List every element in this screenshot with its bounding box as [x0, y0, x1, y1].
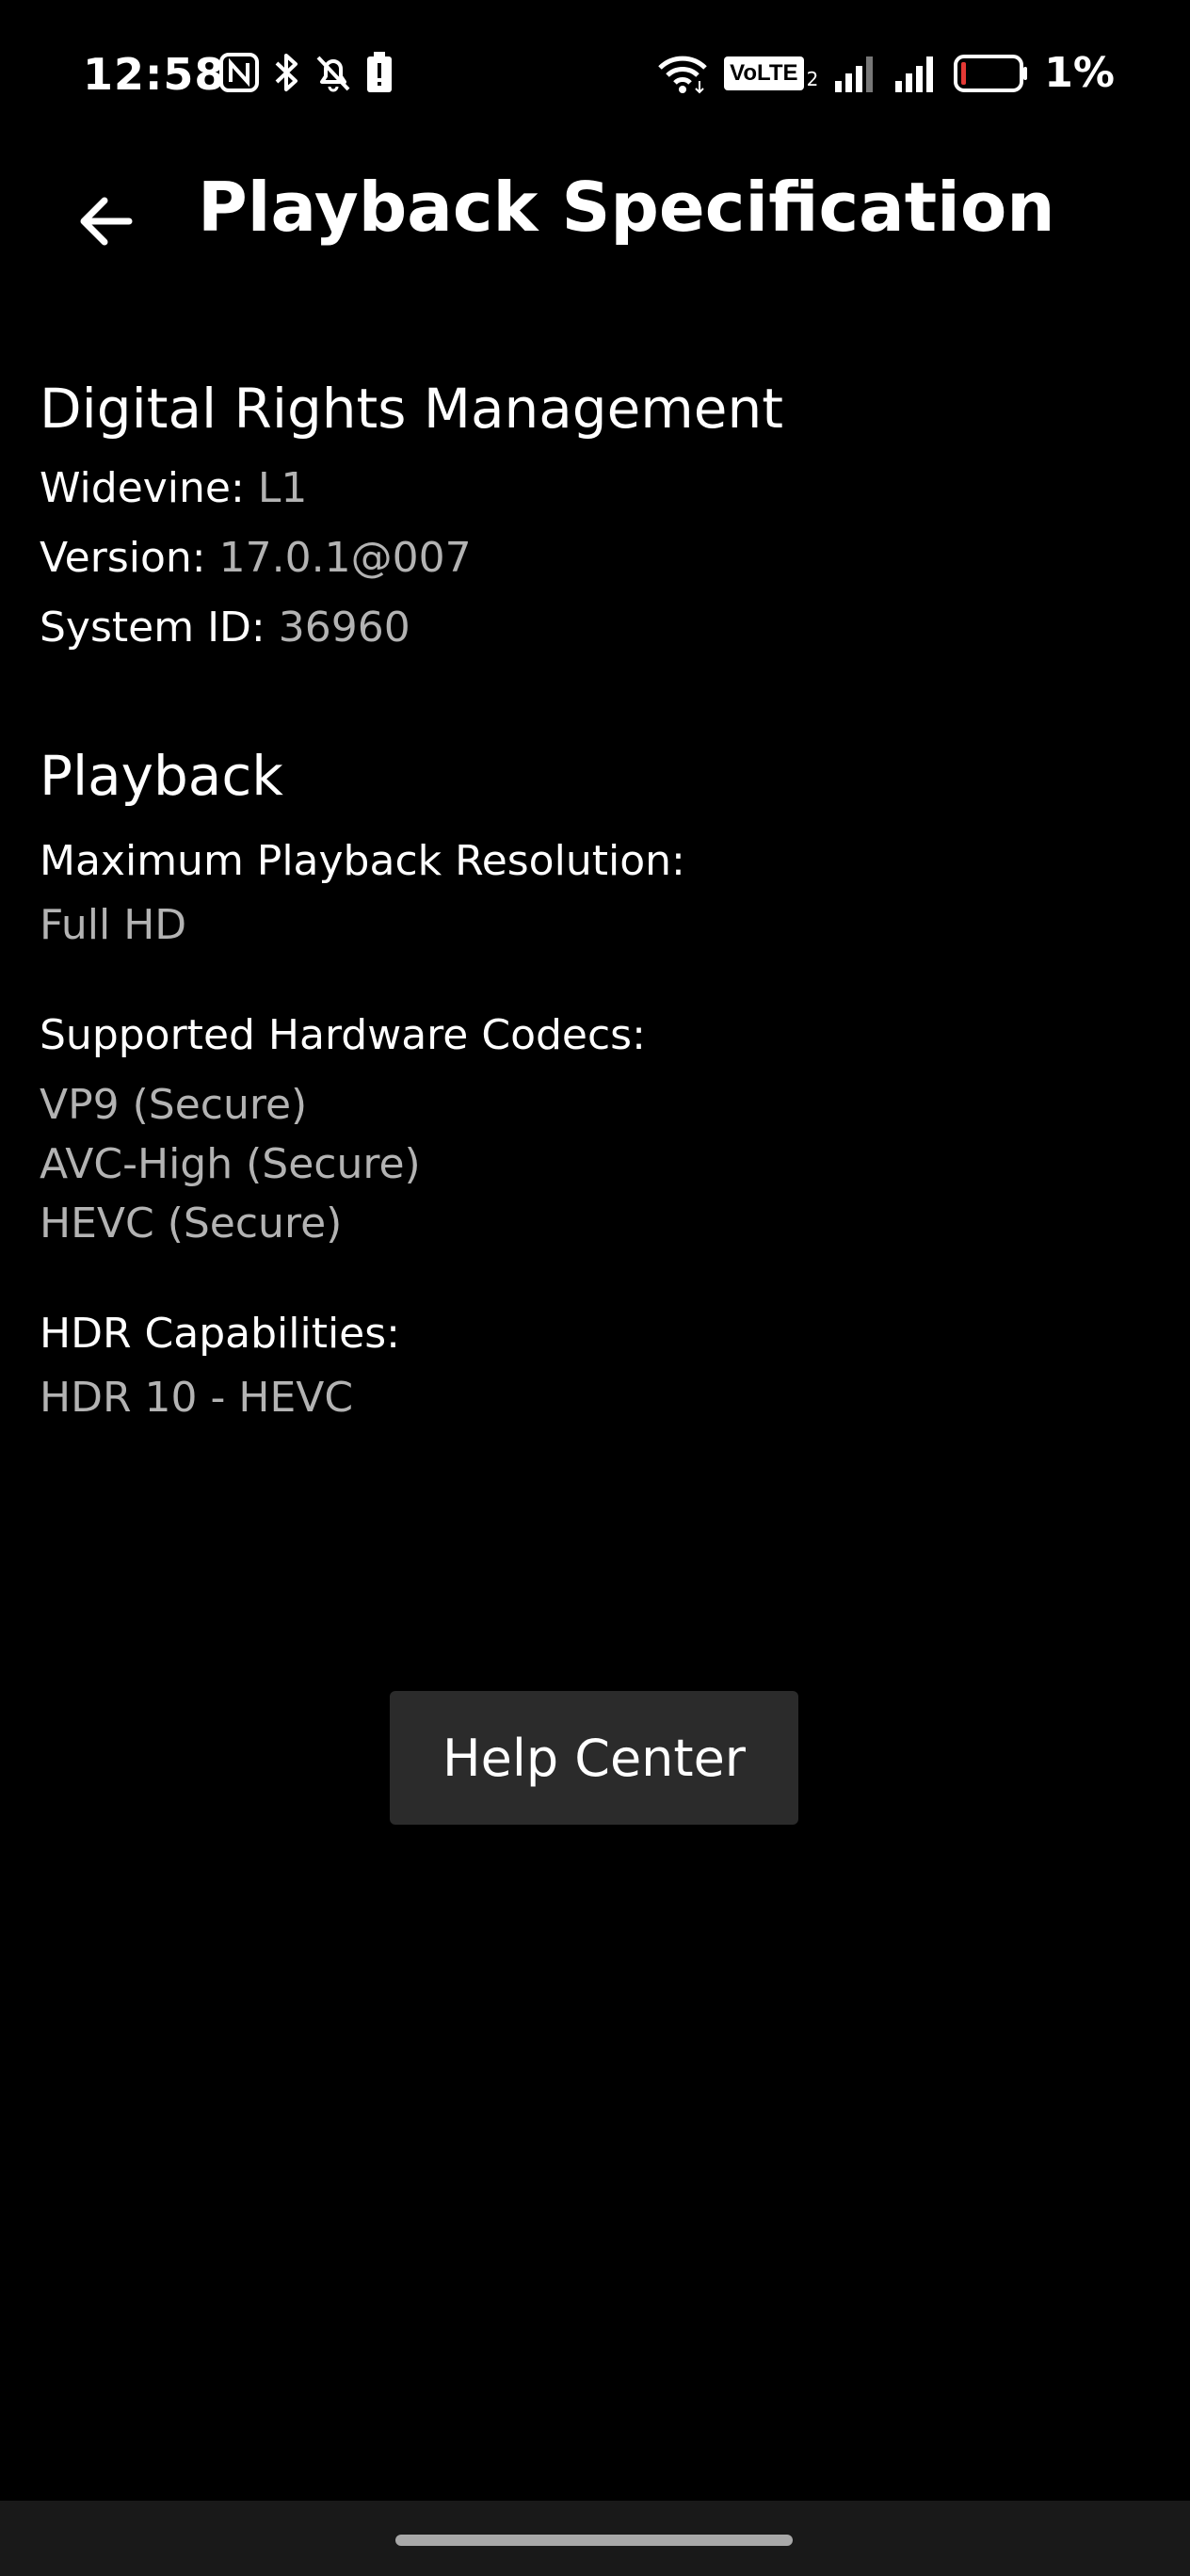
codecs-label: Supported Hardware Codecs: — [40, 1011, 646, 1060]
version-label: Version: — [40, 533, 206, 582]
status-time: 12:58 — [83, 49, 226, 100]
drm-list: Widevine: L1 Version: 17.0.1@007 System … — [40, 454, 1150, 663]
drm-item-widevine: Widevine: L1 — [40, 454, 1150, 523]
back-button[interactable] — [64, 179, 149, 264]
bluetooth-icon — [271, 52, 301, 93]
hdr-value: HDR 10 - HEVC — [40, 1374, 354, 1423]
signal-icon — [893, 53, 939, 94]
volte-sim-index: 2 — [806, 67, 819, 90]
drm-section: Digital Rights Management Widevine: L1 V… — [40, 377, 1150, 663]
system-id-label: System ID: — [40, 603, 265, 652]
playback-section: Playback Maximum Playback Resolution: Fu… — [40, 744, 1150, 1428]
page-title: Playback Specification — [198, 168, 1055, 247]
codecs-list: VP9 (Secure) AVC-High (Secure) HEVC (Sec… — [40, 1075, 1150, 1253]
max-resolution-label: Maximum Playback Resolution: — [40, 837, 685, 886]
codec-item: VP9 (Secure) — [40, 1081, 308, 1130]
arrow-left-icon — [80, 197, 133, 246]
drm-item-version: Version: 17.0.1@007 — [40, 523, 1150, 593]
wifi-icon — [656, 53, 709, 94]
hdr-group: HDR Capabilities: HDR 10 - HEVC — [40, 1300, 1150, 1427]
navigation-bar — [0, 2501, 1190, 2576]
status-left-icons — [218, 51, 394, 94]
max-resolution-group: Maximum Playback Resolution: Full HD — [40, 828, 1150, 955]
battery-icon — [954, 53, 1029, 94]
playback-heading: Playback — [40, 743, 283, 808]
volte-label: VoLTE — [724, 56, 804, 90]
drm-item-system-id: System ID: 36960 — [40, 593, 1150, 663]
help-center-button[interactable]: Help Center — [390, 1691, 798, 1825]
widevine-label: Widevine: — [40, 463, 245, 512]
nfc-icon — [218, 52, 260, 93]
signal-icon — [833, 53, 878, 94]
muted-bell-icon — [313, 52, 354, 93]
battery-alert-icon — [365, 51, 394, 94]
status-right-icons: VoLTE 2 1% — [656, 49, 1115, 97]
max-resolution-value: Full HD — [40, 901, 187, 950]
content: Digital Rights Management Widevine: L1 V… — [40, 377, 1150, 1427]
volte-icon: VoLTE 2 — [724, 56, 818, 90]
version-value: 17.0.1@007 — [218, 533, 472, 582]
widevine-value: L1 — [257, 463, 308, 512]
home-indicator[interactable] — [395, 2535, 793, 2546]
drm-heading: Digital Rights Management — [40, 377, 783, 441]
status-bar: 12:58 VoLTE 2 1% — [0, 0, 1190, 151]
hdr-label: HDR Capabilities: — [40, 1310, 401, 1359]
battery-percent: 1% — [1044, 49, 1115, 97]
codecs-group: Supported Hardware Codecs: VP9 (Secure) … — [40, 1002, 1150, 1253]
app-bar: Playback Specification — [0, 151, 1190, 275]
codec-item: HEVC (Secure) — [40, 1199, 343, 1248]
system-id-value: 36960 — [278, 603, 410, 652]
codec-item: AVC-High (Secure) — [40, 1140, 421, 1189]
